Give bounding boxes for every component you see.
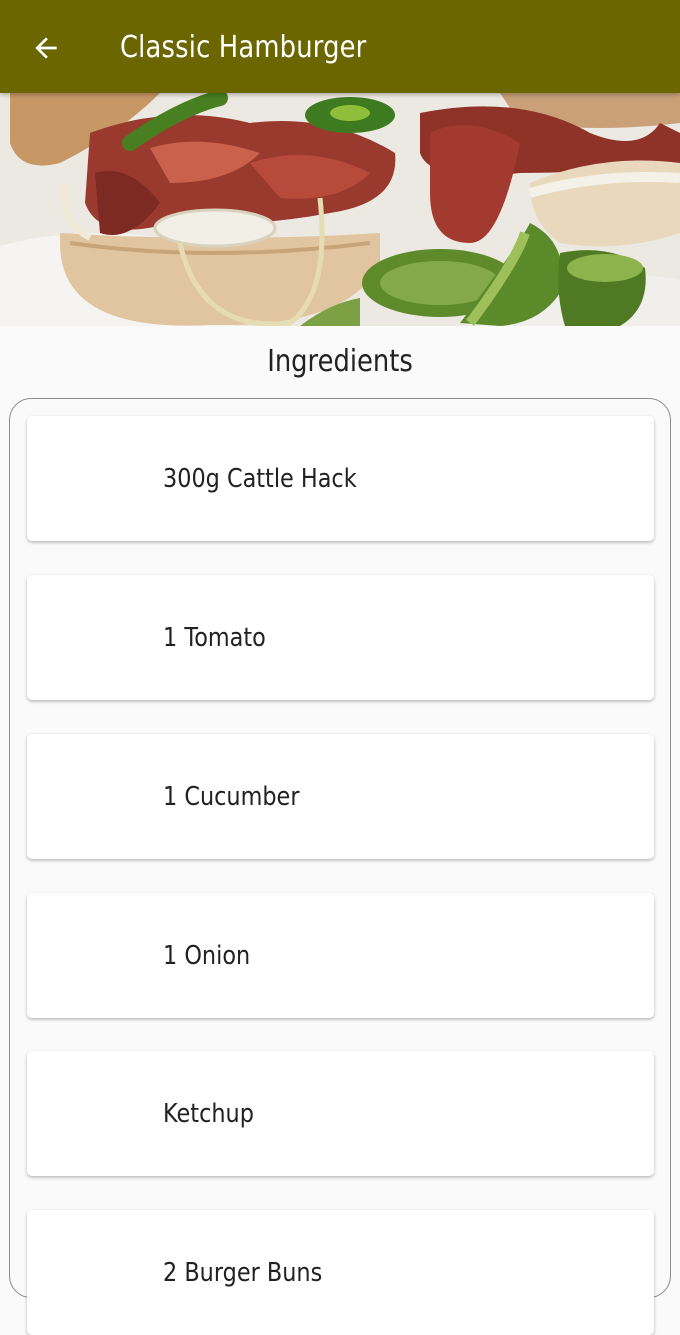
page-title: Classic Hamburger (120, 30, 367, 65)
ingredient-label: Ketchup (163, 1099, 254, 1129)
ingredient-label: 300g Cattle Hack (163, 464, 357, 494)
ingredient-label: 1 Cucumber (163, 782, 300, 812)
hero-image (0, 93, 680, 326)
app-bar: Classic Hamburger (0, 0, 680, 93)
arrow-left-icon (35, 37, 57, 59)
ingredient-label: 1 Tomato (163, 623, 266, 653)
ingredients-heading: Ingredients (267, 344, 413, 379)
list-item[interactable]: 300g Cattle Hack (27, 416, 654, 541)
list-item[interactable]: 2 Burger Buns (27, 1210, 654, 1335)
list-item[interactable]: 1 Cucumber (27, 734, 654, 859)
list-item[interactable]: Ketchup (27, 1051, 654, 1176)
hamburger-photo (0, 93, 680, 326)
ingredient-label: 1 Onion (163, 941, 251, 971)
back-button[interactable] (18, 20, 74, 76)
list-item[interactable]: 1 Tomato (27, 575, 654, 700)
ingredient-label: 2 Burger Buns (163, 1258, 323, 1288)
list-item[interactable]: 1 Onion (27, 893, 654, 1018)
